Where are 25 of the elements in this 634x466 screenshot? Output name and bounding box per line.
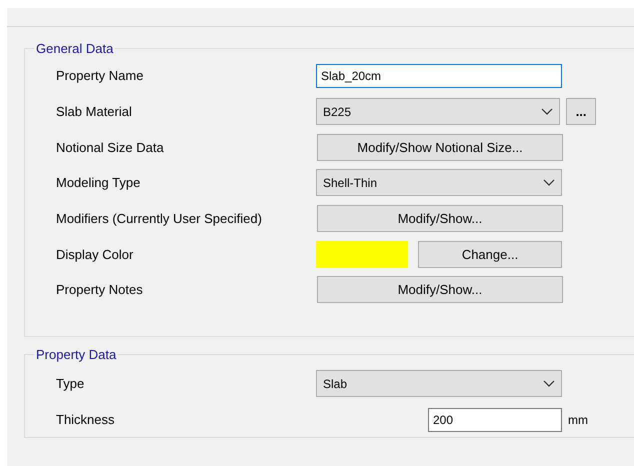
field-label: Modifiers (Currently User Specified) [56, 211, 263, 226]
group-title: Property Data [35, 347, 118, 362]
modify-button[interactable]: Modify/Show Notional Size... [317, 134, 563, 161]
field-label: Property Notes [56, 282, 144, 298]
text-field[interactable]: Slab_20cm [316, 64, 562, 88]
dropdown[interactable]: Slab [316, 370, 562, 398]
dropdown[interactable]: Shell-Thin [316, 169, 562, 196]
field-label: Notional Size Data [56, 140, 165, 155]
field-label: Slab Material [56, 104, 133, 120]
field-label: Property Name [56, 68, 144, 84]
field-label: Display Color [56, 246, 134, 262]
unit-label: mm [568, 412, 588, 427]
field-label: Type [56, 376, 86, 392]
field-label: Thickness [56, 412, 116, 428]
number-field[interactable]: 200 [428, 408, 562, 432]
chevron-down-icon [543, 178, 555, 187]
chevron-down-icon [543, 380, 555, 388]
browse-button[interactable]: ... [566, 98, 596, 126]
modify-button[interactable]: Modify/Show... [317, 276, 563, 304]
group-title: General Data [35, 41, 114, 56]
modify-button[interactable]: Modify/Show... [317, 205, 563, 232]
chevron-down-icon [541, 108, 554, 116]
dropdown[interactable]: B225 [316, 98, 560, 126]
change-button[interactable]: Change... [418, 240, 562, 268]
field-label: Modeling Type [56, 175, 142, 190]
